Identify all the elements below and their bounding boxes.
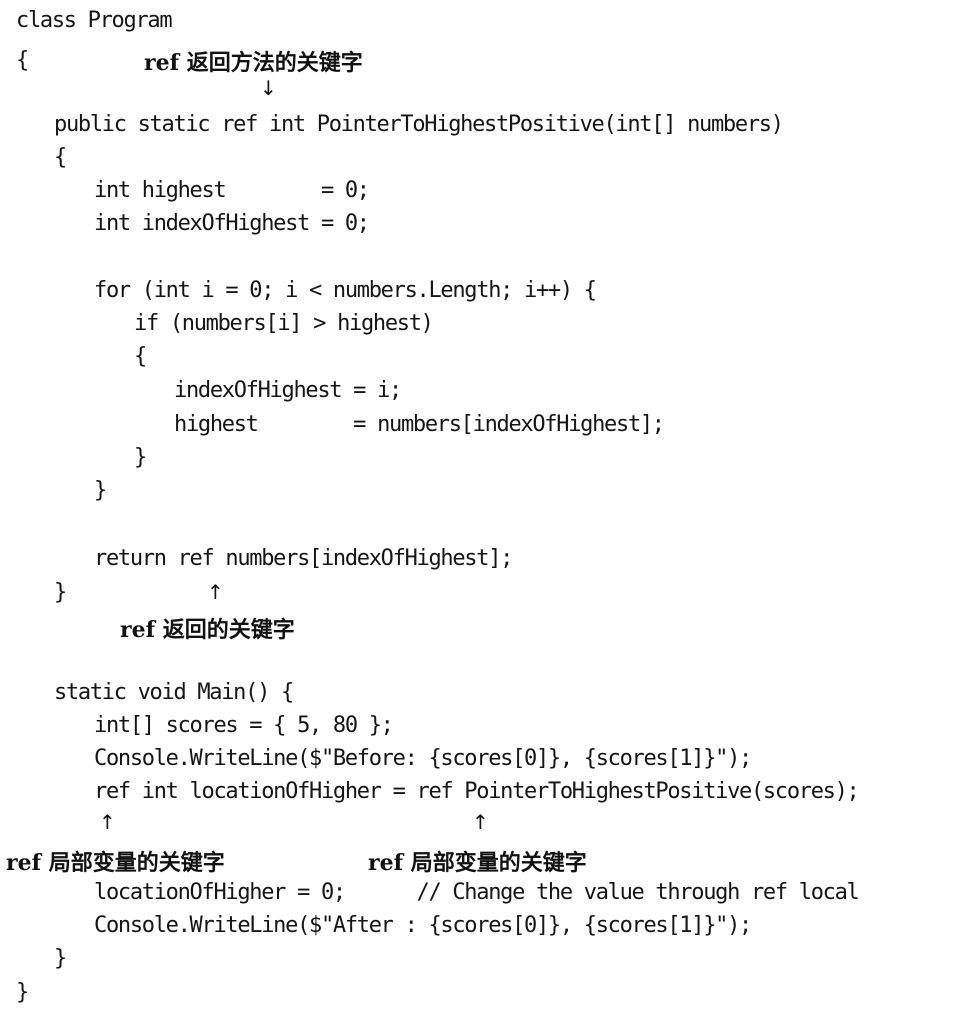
code-line: Console.WriteLine($"After : {scores[0]},… — [94, 913, 752, 938]
code-line: } — [94, 478, 107, 503]
code-line: } — [54, 946, 67, 971]
code-line: highest = numbers[indexOfHighest]; — [174, 412, 665, 437]
annotation-label: 返回方法的关键字 — [186, 51, 363, 76]
annotation-ref-local-1: ref 局部变量的关键字 — [6, 845, 225, 877]
annotation-keyword: ref — [368, 850, 404, 876]
code-line: int[] scores = { 5, 80 }; — [94, 713, 394, 738]
annotation-keyword: ref — [120, 617, 156, 643]
annotation-keyword: ref — [144, 50, 180, 76]
annotation-label: 局部变量的关键字 — [410, 851, 587, 876]
code-line: { — [54, 145, 67, 170]
code-line: indexOfHighest = i; — [174, 378, 402, 403]
code-line: static void Main() { — [54, 680, 294, 705]
annotation-label: 返回的关键字 — [162, 618, 295, 643]
code-line: return ref numbers[indexOfHighest]; — [94, 546, 513, 571]
annotation-ref-local-2: ref 局部变量的关键字 — [368, 845, 587, 877]
arrow-down-icon: ↓ — [260, 76, 277, 100]
annotation-label: 局部变量的关键字 — [48, 851, 225, 876]
arrow-up-icon: ↑ — [472, 810, 489, 834]
code-line: locationOfHigher = 0; // Change the valu… — [94, 880, 860, 905]
annotation-ref-return: ref 返回的关键字 — [120, 612, 295, 644]
code-line: class Program — [16, 8, 173, 33]
code-line: { — [134, 344, 147, 369]
annotation-ref-return-method: ref 返回方法的关键字 — [144, 45, 363, 77]
code-line: } — [134, 445, 147, 470]
code-line: for (int i = 0; i < numbers.Length; i++)… — [94, 278, 597, 303]
arrow-up-icon: ↑ — [99, 810, 116, 834]
code-line: } — [16, 980, 29, 1005]
code-line: int highest = 0; — [94, 178, 370, 203]
code-line: public static ref int PointerToHighestPo… — [54, 112, 784, 137]
code-line: } — [54, 580, 67, 605]
code-line: { — [16, 48, 29, 73]
arrow-up-icon: ↑ — [207, 580, 224, 604]
code-line: ref int locationOfHigher = ref PointerTo… — [94, 779, 860, 804]
code-line: if (numbers[i] > highest) — [134, 311, 434, 336]
annotation-keyword: ref — [6, 850, 42, 876]
code-line: int indexOfHighest = 0; — [94, 211, 370, 236]
code-line: Console.WriteLine($"Before: {scores[0]},… — [94, 746, 752, 771]
